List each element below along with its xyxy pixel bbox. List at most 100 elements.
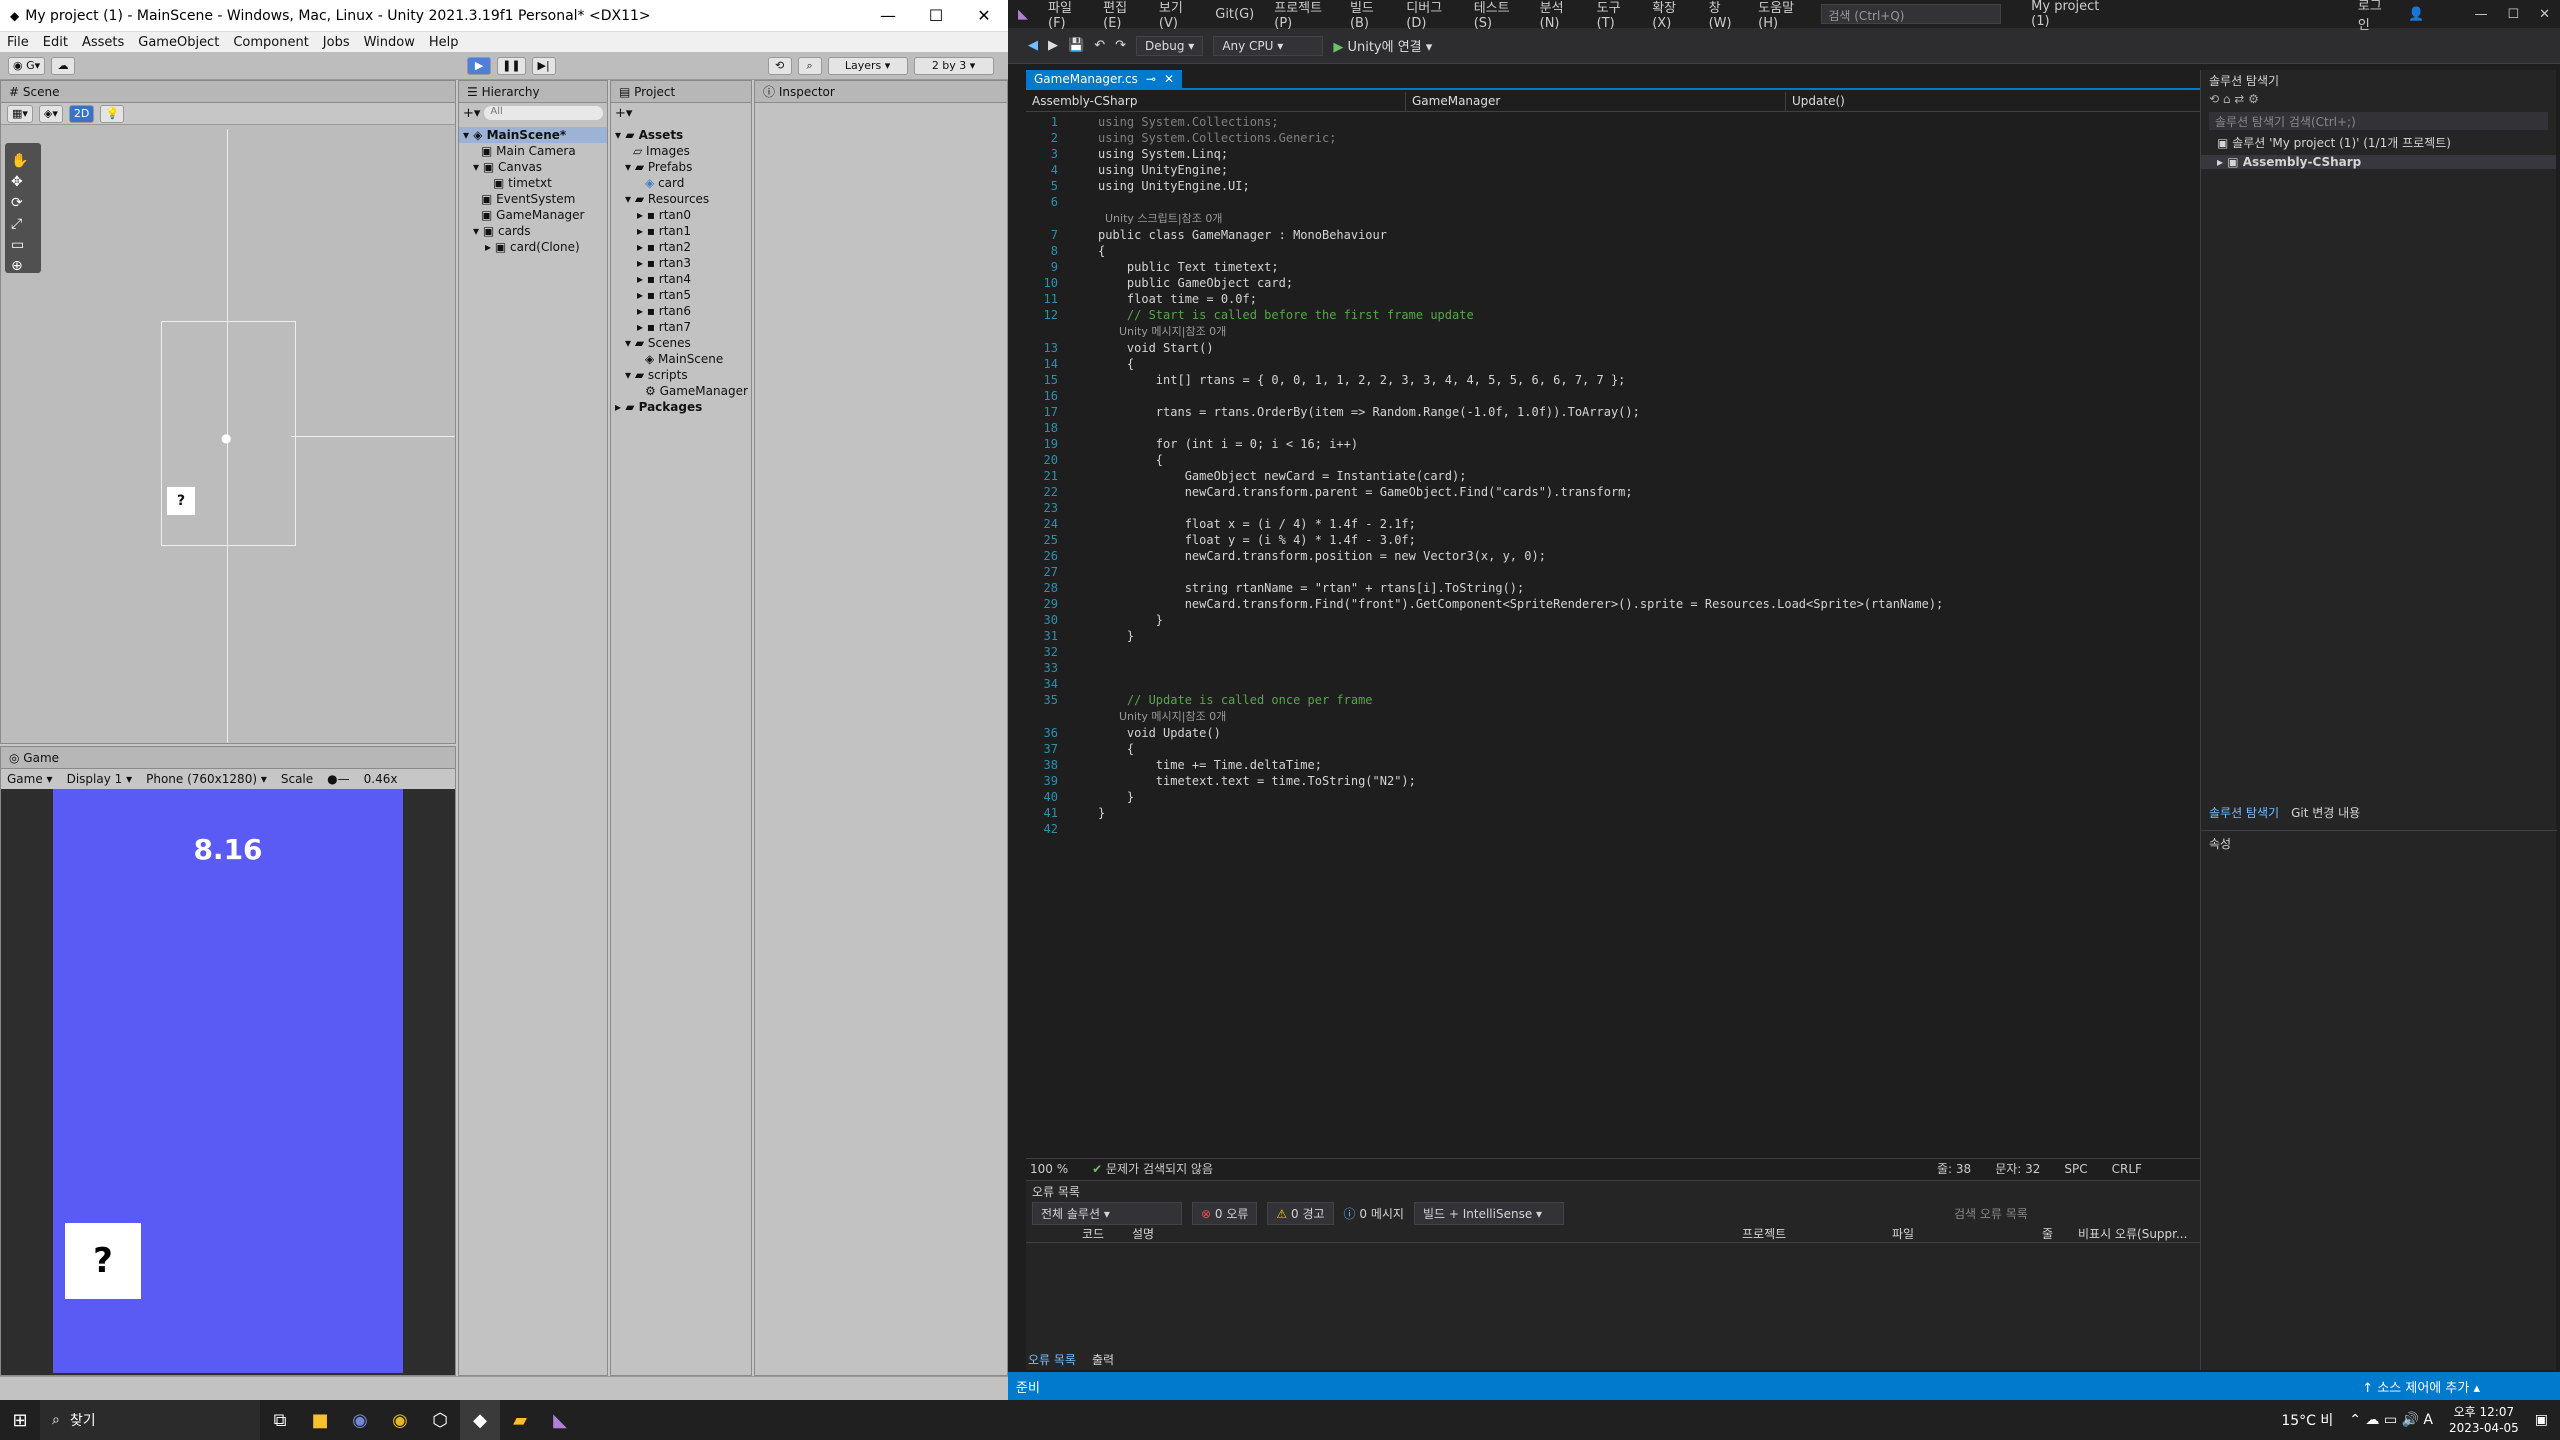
login-link[interactable]: 로그인 xyxy=(2348,0,2398,33)
menu-file[interactable]: File xyxy=(0,35,36,50)
code-line[interactable]: 27 xyxy=(1028,564,2338,580)
project-item[interactable]: ▸ ▪ rtan4 xyxy=(611,271,751,287)
code-line[interactable]: 7 public class GameManager : MonoBehaviou… xyxy=(1028,227,2338,243)
code-line[interactable]: 15 int[] rtans = { 0, 0, 1, 1, 2, 2, 3, … xyxy=(1028,372,2338,388)
project-item[interactable]: ⚙ GameManager xyxy=(611,383,751,399)
transform-tools[interactable]: ✋ ✥ ⟳ ⤢ ▭ ⊕ xyxy=(11,151,28,277)
code-line[interactable]: 19 for (int i = 0; i < 16; i++) xyxy=(1028,436,2338,452)
config-dropdown[interactable]: Debug ▾ xyxy=(1136,35,1204,56)
project-item[interactable]: ▸ ▪ rtan6 xyxy=(611,303,751,319)
lighting-icon[interactable]: 💡 xyxy=(100,104,125,123)
code-line[interactable]: 24 float x = (i / 4) * 1.4f - 2.1f; xyxy=(1028,516,2338,532)
menu-item[interactable]: 파일(F) xyxy=(1038,0,1093,31)
menu-item[interactable]: 보기(V) xyxy=(1149,0,1205,31)
scope-dropdown[interactable]: 전체 솔루션 ▾ xyxy=(1032,1201,1182,1225)
code-line[interactable]: 41} xyxy=(1028,805,2338,821)
inspector-tab[interactable]: ⓘ Inspector xyxy=(755,81,1007,103)
menu-item[interactable]: 확장(X) xyxy=(1642,0,1698,31)
run-button[interactable]: ▶ Unity에 연결 ▾ xyxy=(1333,36,1432,55)
hierarchy-item[interactable]: ▸ ▣ card(Clone) xyxy=(459,239,607,255)
play-button[interactable]: ▶ xyxy=(467,56,492,75)
hierarchy-search[interactable]: All xyxy=(484,106,603,120)
project-item[interactable]: ▾ ▰ Assets xyxy=(611,127,751,143)
scene-tab[interactable]: # Scene xyxy=(1,81,455,103)
code-line[interactable]: 36 void Update() xyxy=(1028,725,2338,741)
menu-jobs[interactable]: Jobs xyxy=(316,35,357,50)
nav-project-dropdown[interactable]: Assembly-CSharp xyxy=(1026,92,1406,111)
project-item[interactable]: ▾ ▰ Scenes xyxy=(611,335,751,351)
project-item[interactable]: ▸ ▪ rtan5 xyxy=(611,287,751,303)
chrome-icon[interactable]: ◉ xyxy=(380,1400,420,1440)
code-line[interactable]: 28 string rtanName = "rtan" + rtans[i].T… xyxy=(1028,580,2338,596)
undo-icon[interactable]: ↶ xyxy=(1094,38,1105,53)
hierarchy-item[interactable]: ▣ EventSystem xyxy=(459,191,607,207)
vs-close-button[interactable]: ✕ xyxy=(2529,7,2560,22)
scale-slider[interactable]: ●— xyxy=(327,772,349,786)
display-dropdown[interactable]: Display 1 ▾ xyxy=(67,772,133,786)
resolution-dropdown[interactable]: Phone (760x1280) ▾ xyxy=(146,772,267,786)
windows-start-icon[interactable]: ⊞ xyxy=(0,1400,40,1440)
game-card[interactable]: ? xyxy=(65,1223,141,1299)
pause-button[interactable]: ❚❚ xyxy=(497,56,526,75)
code-line[interactable]: 39 timetext.text = time.ToString("N2"); xyxy=(1028,773,2338,789)
menu-item[interactable]: 창(W) xyxy=(1699,0,1749,31)
project-item[interactable]: ▸ ▰ Packages xyxy=(611,399,751,415)
code-line[interactable]: 40 } xyxy=(1028,789,2338,805)
code-line[interactable]: 5 using UnityEngine.UI; xyxy=(1028,178,2338,194)
zoom-dropdown[interactable]: 100 % xyxy=(1030,1162,1068,1176)
menu-help[interactable]: Help xyxy=(422,35,466,50)
code-line[interactable]: 20 { xyxy=(1028,452,2338,468)
code-line[interactable]: 32 xyxy=(1028,644,2338,660)
source-control-button[interactable]: ↑ 소스 제어에 추가 ▴ xyxy=(2362,1377,2560,1396)
code-line[interactable]: Unity 메시지|참조 0개 xyxy=(1028,708,2338,725)
menu-component[interactable]: Component xyxy=(226,35,315,50)
close-button[interactable]: ✕ xyxy=(960,6,1008,25)
gameobject-icon[interactable]: ● xyxy=(221,431,231,445)
tab-error-list[interactable]: 오류 목록 xyxy=(1028,1351,1076,1368)
project-item[interactable]: ▸ ▪ rtan2 xyxy=(611,239,751,255)
nav-class-dropdown[interactable]: GameManager xyxy=(1406,92,1786,111)
code-line[interactable]: 34 xyxy=(1028,676,2338,692)
hierarchy-item[interactable]: ▣ GameManager xyxy=(459,207,607,223)
2d-toggle[interactable]: 2D xyxy=(68,104,95,123)
menu-item[interactable]: 디버그(D) xyxy=(1396,0,1463,31)
menu-edit[interactable]: Edit xyxy=(36,35,75,50)
tab-git[interactable]: Git 변경 내용 xyxy=(2291,804,2360,821)
maximize-button[interactable]: ☐ xyxy=(912,6,960,25)
code-line[interactable]: 35 // Update is called once per frame xyxy=(1028,692,2338,708)
add-icon[interactable]: +▾ xyxy=(615,106,632,121)
menu-item[interactable]: 편집(E) xyxy=(1093,0,1149,31)
layout-dropdown[interactable]: 2 by 3 ▾ xyxy=(913,56,994,75)
step-button[interactable]: ▶| xyxy=(531,56,556,75)
col-file[interactable]: 파일 xyxy=(1892,1225,2042,1242)
project-item[interactable]: ◈ MainScene xyxy=(611,351,751,367)
taskbar-search[interactable]: ⌕ 찾기 xyxy=(40,1400,260,1440)
save-icon[interactable]: 💾 xyxy=(1068,38,1084,53)
user-icon[interactable]: 👤 xyxy=(2398,7,2434,22)
code-line[interactable]: 12 // Start is called before the first f… xyxy=(1028,307,2338,323)
draw-mode-button[interactable]: ▦▾ xyxy=(7,104,33,123)
code-line[interactable]: 16 xyxy=(1028,388,2338,404)
menu-window[interactable]: Window xyxy=(357,35,422,50)
code-editor[interactable]: 1 using System.Collections; 2 using System.… xyxy=(1028,114,2338,1158)
code-line[interactable]: 8{ xyxy=(1028,243,2338,259)
tab-output[interactable]: 출력 xyxy=(1092,1351,1114,1368)
hierarchy-item[interactable]: ▾ ◈ MainScene* xyxy=(459,127,607,143)
tab-close-icon[interactable]: ✕ xyxy=(1164,72,1174,86)
menu-item[interactable]: 도움말(H) xyxy=(1748,0,1815,31)
project-item[interactable]: ▾ ▰ Prefabs xyxy=(611,159,751,175)
code-line[interactable]: 2 using System.Collections.Generic; xyxy=(1028,130,2338,146)
menu-item[interactable]: 분석(N) xyxy=(1530,0,1587,31)
menu-item[interactable]: 도구(T) xyxy=(1587,0,1643,31)
code-line[interactable]: 29 newCard.transform.Find("front").GetCo… xyxy=(1028,596,2338,612)
pin-icon[interactable]: ⊸ xyxy=(1146,72,1156,86)
code-line[interactable]: Unity 메시지|참조 0개 xyxy=(1028,323,2338,340)
back-icon[interactable]: ◀ xyxy=(1028,38,1038,53)
weather-widget[interactable]: 15°C 비 xyxy=(2281,1410,2333,1430)
code-line[interactable]: 30 } xyxy=(1028,612,2338,628)
visual-studio-icon[interactable]: ◣ xyxy=(540,1400,580,1440)
vs-maximize-button[interactable]: ☐ xyxy=(2497,7,2529,22)
col-suppr[interactable]: 비표시 오류(Suppr... xyxy=(2078,1225,2187,1242)
col-code[interactable]: 코드 xyxy=(1082,1225,1132,1242)
discord-icon[interactable]: ◉ xyxy=(340,1400,380,1440)
